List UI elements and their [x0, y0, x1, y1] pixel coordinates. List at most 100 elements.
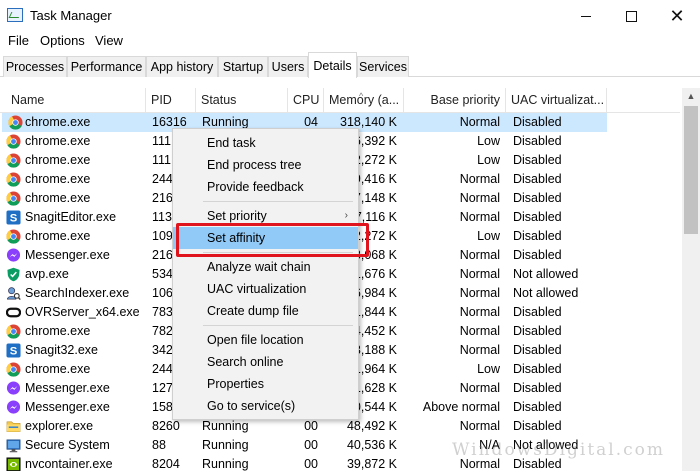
cell-uac: Disabled [513, 172, 562, 186]
menu-options[interactable]: Options [40, 33, 85, 48]
cell-base-priority: Low [477, 153, 500, 167]
menu-item-search-online[interactable]: Search online [173, 351, 358, 373]
cell-name: chrome.exe [25, 172, 91, 186]
cell-base-priority: Low [477, 134, 500, 148]
tab-users[interactable]: Users [268, 56, 308, 77]
column-header-row: Name PID Status CPU ^ Memory (a... Base … [0, 88, 680, 113]
menu-item-provide-feedback[interactable]: Provide feedback [173, 176, 358, 198]
menu-item-open-file-location[interactable]: Open file location [173, 329, 358, 351]
menu-separator [203, 325, 353, 326]
chrome-icon [6, 153, 21, 168]
minimize-button[interactable] [563, 0, 609, 32]
menu-item-end-process-tree[interactable]: End process tree [173, 154, 358, 176]
menu-item-create-dump-file[interactable]: Create dump file [173, 300, 358, 322]
cell-uac: Disabled [513, 419, 562, 433]
maximize-icon [625, 10, 637, 22]
menu-file[interactable]: File [8, 33, 29, 48]
tab-app-history[interactable]: App history [146, 56, 218, 77]
cell-uac: Disabled [513, 305, 562, 319]
search-indexer-icon [6, 287, 21, 301]
scrollbar-thumb[interactable] [684, 106, 698, 234]
cell-uac: Disabled [513, 191, 562, 205]
tab-processes[interactable]: Processes [3, 56, 67, 77]
column-header-base-priority[interactable]: Base priority [404, 88, 506, 113]
tab-details[interactable]: Details [308, 52, 357, 78]
menu-item-go-to-services[interactable]: Go to service(s) [173, 395, 358, 417]
cell-base-priority: Normal [459, 419, 500, 433]
menu-view[interactable]: View [95, 33, 123, 48]
cell-uac: Disabled [513, 134, 562, 148]
cell-memory: 39,872 K [346, 457, 397, 471]
cell-base-priority: Normal [459, 248, 500, 262]
cell-base-priority: Normal [459, 286, 500, 300]
snagit-icon: S [6, 210, 21, 225]
column-header-memory[interactable]: ^ Memory (a... [324, 88, 404, 113]
vertical-scrollbar[interactable]: ▲ [682, 88, 700, 471]
cell-name: nvcontainer.exe [25, 457, 113, 471]
menu-bar: File Options View [0, 32, 700, 52]
sort-ascending-icon: ^ [359, 91, 364, 101]
chrome-icon [6, 229, 21, 244]
cell-name: Messenger.exe [25, 400, 110, 414]
column-header-name[interactable]: Name [6, 88, 146, 113]
tab-performance[interactable]: Performance [67, 56, 146, 77]
cell-name: Messenger.exe [25, 381, 110, 395]
cell-base-priority: Above normal [422, 400, 500, 414]
menu-item-set-priority-label: Set priority [207, 209, 267, 223]
cell-uac: Disabled [513, 362, 562, 376]
cell-name: avp.exe [25, 267, 69, 281]
title-bar: Task Manager ✕ [0, 0, 700, 32]
column-header-status[interactable]: Status [196, 88, 288, 113]
menu-item-properties[interactable]: Properties [173, 373, 358, 395]
column-header-pid[interactable]: PID [146, 88, 196, 113]
cell-name: chrome.exe [25, 134, 91, 148]
cell-uac: Disabled [513, 210, 562, 224]
chrome-icon [6, 172, 21, 187]
cell-name: SearchIndexer.exe [25, 286, 130, 300]
menu-separator [203, 201, 353, 202]
cell-status: Running [202, 457, 249, 471]
close-button[interactable]: ✕ [654, 0, 700, 32]
cell-uac: Disabled [513, 381, 562, 395]
cell-cpu: 00 [304, 438, 318, 452]
cell-name: explorer.exe [25, 419, 94, 433]
cell-uac: Disabled [513, 343, 562, 357]
cell-base-priority: Normal [459, 115, 500, 129]
cell-uac: Not allowed [513, 267, 579, 281]
cell-base-priority: Normal [459, 210, 500, 224]
nvidia-icon [6, 457, 21, 471]
tab-services[interactable]: Services [357, 56, 409, 77]
cell-base-priority: Low [477, 362, 500, 376]
menu-item-analyze-wait-chain[interactable]: Analyze wait chain [173, 256, 358, 278]
chrome-icon [6, 324, 21, 339]
cell-base-priority: Normal [459, 172, 500, 186]
window-title: Task Manager [30, 8, 112, 23]
cell-uac: Disabled [513, 153, 562, 167]
menu-item-uac-virtualization[interactable]: UAC virtualization [173, 278, 358, 300]
cell-name: chrome.exe [25, 362, 91, 376]
cell-name: chrome.exe [25, 153, 91, 167]
cell-uac: Disabled [513, 324, 562, 338]
column-header-memory-label: Memory (a... [329, 93, 400, 107]
shield-icon [7, 267, 20, 282]
cell-uac: Disabled [513, 115, 562, 129]
context-menu: End task End process tree Provide feedba… [172, 128, 359, 420]
cell-name: chrome.exe [25, 115, 91, 129]
messenger-icon [6, 248, 21, 262]
maximize-button[interactable] [608, 0, 654, 32]
system-icon [6, 439, 21, 453]
task-manager-icon [7, 8, 23, 22]
cell-name: chrome.exe [25, 229, 91, 243]
tab-strip: Processes Performance App history Startu… [0, 52, 700, 78]
menu-item-end-task[interactable]: End task [173, 132, 358, 154]
scroll-up-icon[interactable]: ▲ [682, 88, 700, 105]
cell-base-priority: Low [477, 229, 500, 243]
column-header-uac[interactable]: UAC virtualizat... [506, 88, 607, 113]
cell-base-priority: Normal [459, 324, 500, 338]
cell-memory: 40,536 K [346, 438, 397, 452]
chrome-icon [6, 191, 21, 206]
tab-startup[interactable]: Startup [218, 56, 268, 77]
cell-cpu: 00 [304, 457, 318, 471]
cell-base-priority: Normal [459, 267, 500, 281]
column-header-cpu[interactable]: CPU [288, 88, 324, 113]
